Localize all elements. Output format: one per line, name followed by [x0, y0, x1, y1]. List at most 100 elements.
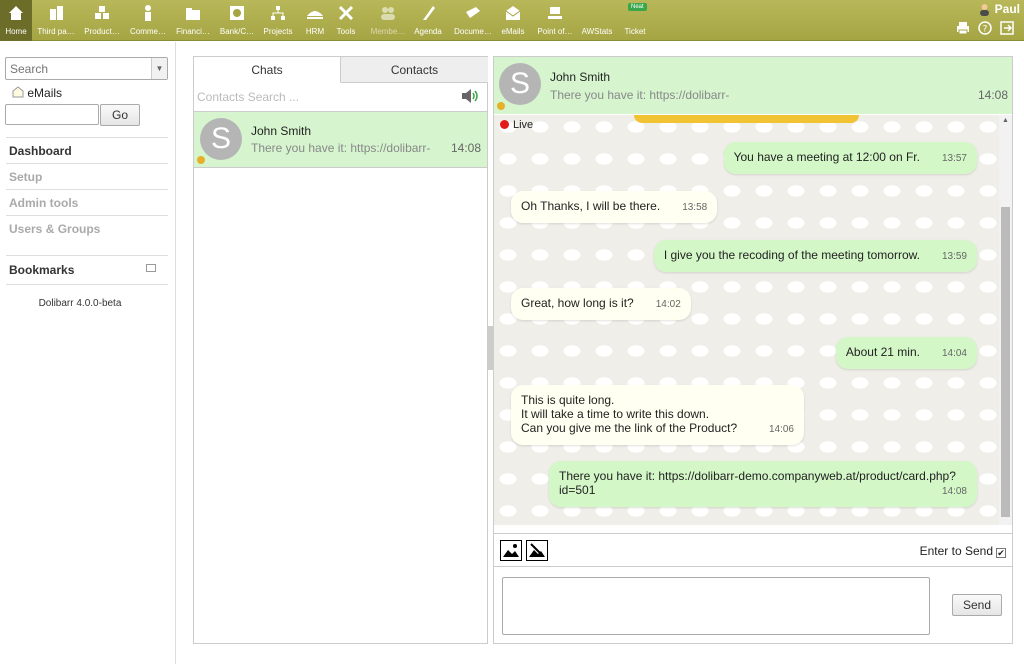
tools-icon	[338, 5, 354, 21]
menu-dashboard[interactable]: Dashboard	[6, 137, 168, 163]
message-line: This is quite long.	[521, 393, 615, 407]
topnav-projects[interactable]: Projects	[259, 0, 297, 41]
menu-search-input[interactable]	[6, 58, 146, 79]
topnav-members[interactable]: Membe…	[366, 0, 410, 41]
documents-icon	[466, 7, 480, 18]
chat-list-panel: Chats Contacts Contacts Search ... S Joh…	[193, 56, 488, 644]
message-time: 13:58	[682, 202, 708, 213]
message-text: You have a meeting at 12:00 on Fr.	[733, 150, 920, 164]
topnav-home[interactable]: Home	[0, 0, 32, 41]
finance-icon	[186, 8, 200, 20]
contacts-search-input[interactable]: Contacts Search ...	[197, 90, 299, 104]
message-line: Can you give me the link of the Product?	[521, 421, 738, 435]
image-icon[interactable]	[500, 540, 522, 561]
conversation-header: S John Smith There you have it: https://…	[494, 57, 1012, 114]
emails-search-input[interactable]	[5, 104, 99, 125]
home-icon	[9, 6, 23, 20]
menu-setup[interactable]: Setup	[6, 163, 168, 189]
conversation-time: 14:08	[450, 141, 481, 155]
topnav-awstats[interactable]: AWStats	[578, 0, 616, 41]
pos-icon	[548, 7, 562, 19]
chevron-down-icon[interactable]: ▼	[151, 58, 167, 79]
message-time: 13:59	[941, 251, 967, 262]
message-bubble: I give you the recoding of the meeting t…	[653, 240, 977, 272]
logout-icon[interactable]	[1000, 21, 1016, 37]
message-bubble: There you have it: https://dolibarr-demo…	[549, 461, 977, 507]
bank-icon	[230, 6, 244, 20]
message-line: It will take a time to write this down.	[521, 407, 710, 421]
send-button[interactable]: Send	[952, 594, 1002, 616]
topnav-tools[interactable]: Tools	[331, 0, 361, 41]
conversation-item[interactable]: S John Smith There you have it: https://…	[194, 111, 487, 168]
previous-message-partial	[634, 115, 859, 123]
topnav-hrm[interactable]: HRM	[300, 0, 330, 41]
topnav-financial[interactable]: Financi…	[172, 0, 214, 41]
go-button[interactable]: Go	[100, 104, 140, 126]
message-time: 14:08	[941, 486, 967, 497]
message-time: 14:02	[655, 299, 681, 310]
speaker-icon[interactable]	[460, 88, 480, 104]
svg-text:?: ?	[983, 25, 988, 35]
message-bubble: This is quite long. It will take a time …	[511, 385, 804, 445]
emails-search-label: eMails	[12, 86, 62, 100]
user-name: Paul	[994, 2, 1020, 16]
scrollbar-thumb[interactable]	[1001, 207, 1010, 517]
topnav-emails[interactable]: eMails	[497, 0, 529, 41]
bookmarks-label: Bookmarks	[9, 263, 75, 277]
menu-bookmarks[interactable]: Bookmarks	[6, 255, 168, 285]
attachment-bar: Enter to Send ✔	[494, 533, 1012, 567]
email-icon	[505, 6, 521, 20]
members-icon	[381, 7, 395, 20]
message-time: 14:06	[768, 424, 794, 435]
menu-search[interactable]: ▼	[5, 57, 168, 80]
user-menu[interactable]: Paul	[978, 2, 1020, 16]
agenda-icon	[423, 6, 435, 20]
topnav-bank[interactable]: Bank/C…	[216, 0, 258, 41]
building-icon	[50, 6, 63, 20]
message-time: 13:57	[941, 153, 967, 164]
version-label: Dolibarr 4.0.0-beta	[38, 298, 122, 309]
message-bubble: You have a meeting at 12:00 on Fr. 13:57	[723, 142, 977, 174]
user-avatar-icon	[980, 4, 990, 16]
contact-name: John Smith	[550, 70, 611, 84]
message-bubble: Oh Thanks, I will be there. 13:58	[511, 191, 718, 223]
bookmark-add-icon[interactable]	[146, 264, 156, 272]
topnav-commercial[interactable]: Comme…	[126, 0, 170, 41]
tab-contacts[interactable]: Contacts	[341, 57, 488, 83]
print-icon[interactable]	[956, 21, 972, 37]
live-indicator: Live	[500, 119, 533, 131]
topnav-pos[interactable]: Point of…	[533, 0, 577, 41]
help-icon[interactable]: ?	[978, 21, 994, 37]
conversation-name: John Smith	[251, 124, 312, 138]
conversation-panel: S John Smith There you have it: https://…	[493, 56, 1013, 644]
contact-preview: There you have it: https://dolibarr-	[550, 88, 730, 102]
topnav-documents[interactable]: Docume…	[452, 0, 494, 41]
message-text: About 21 min.	[845, 345, 920, 359]
contact-time: 14:08	[977, 88, 1008, 102]
enter-to-send-toggle[interactable]: Enter to Send ✔	[920, 544, 1006, 558]
message-bubble: About 21 min. 14:04	[835, 337, 977, 369]
message-list[interactable]: Live You have a meeting at 12:00 on Fr. 1…	[494, 115, 999, 525]
top-menu-bar: Home Third pa… Product… Comme… Financi… …	[0, 0, 1024, 41]
topnav-thirdparties[interactable]: Third pa…	[35, 0, 77, 41]
menu-admin-tools[interactable]: Admin tools	[6, 189, 168, 215]
topnav-products[interactable]: Product…	[80, 0, 124, 41]
message-line: id=501	[559, 483, 596, 497]
enter-to-send-checkbox[interactable]: ✔	[996, 548, 1006, 558]
projects-icon	[271, 6, 285, 20]
message-text: I give you the recoding of the meeting t…	[663, 248, 920, 262]
message-line: There you have it: https://dolibarr-demo…	[559, 469, 956, 483]
commerce-icon	[145, 5, 151, 21]
tab-chats[interactable]: Chats	[194, 57, 341, 83]
email-icon	[12, 86, 24, 98]
menu-users-groups[interactable]: Users & Groups	[6, 215, 168, 241]
live-dot-icon	[500, 120, 509, 129]
message-input[interactable]	[502, 577, 930, 635]
edit-image-icon[interactable]	[526, 540, 548, 561]
message-text: Oh Thanks, I will be there.	[521, 199, 661, 213]
message-scrollbar[interactable]: ▲	[999, 115, 1012, 525]
message-text: Great, how long is it?	[521, 296, 634, 310]
topnav-agenda[interactable]: Agenda	[410, 0, 446, 41]
scroll-up-icon[interactable]: ▲	[1002, 117, 1009, 124]
message-time: 14:04	[941, 348, 967, 359]
